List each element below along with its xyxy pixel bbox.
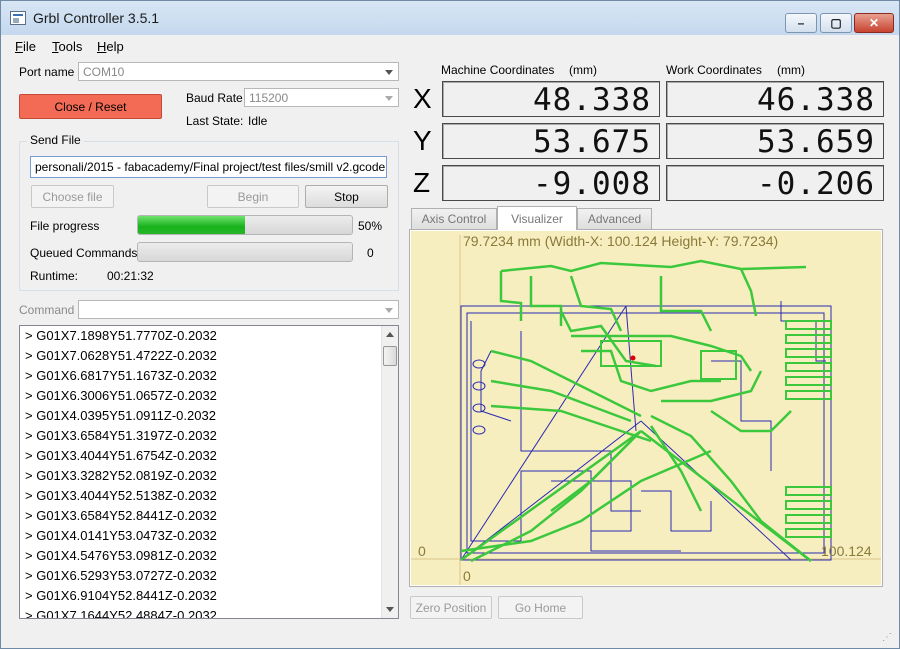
console-line: > G01X6.9104Y52.8441Z-0.2032	[25, 588, 217, 603]
console-line: > G01X3.4044Y51.6754Z-0.2032	[25, 448, 217, 463]
visualizer-x-max: 100.124	[821, 543, 872, 559]
file-progress-percent: 50%	[358, 219, 383, 233]
queued-commands-bar	[137, 242, 353, 262]
console-line: > G01X7.1644Y52.4884Z-0.2032	[25, 608, 217, 619]
machine-y-display: 53.675	[442, 123, 660, 160]
tab-visualizer[interactable]: Visualizer	[497, 206, 577, 230]
console-line: > G01X3.6584Y51.3197Z-0.2032	[25, 428, 217, 443]
zero-position-button[interactable]: Zero Position	[410, 596, 492, 619]
tool-position-marker	[630, 355, 636, 361]
chevron-down-icon	[385, 96, 393, 101]
console-line: > G01X4.0141Y53.0473Z-0.2032	[25, 528, 217, 543]
console-line: > G01X6.6817Y51.1673Z-0.2032	[25, 368, 217, 383]
console-line: > G01X7.0628Y51.4722Z-0.2032	[25, 348, 217, 363]
port-name-value: COM10	[83, 65, 125, 79]
file-progress-bar	[137, 215, 353, 235]
console-line: > G01X3.4044Y52.5138Z-0.2032	[25, 488, 217, 503]
last-state-value: Idle	[248, 114, 268, 128]
console-scrollbar[interactable]	[381, 326, 398, 618]
scroll-down-arrow-icon[interactable]	[386, 607, 394, 612]
machine-coords-unit: (mm)	[569, 63, 597, 77]
close-window-button[interactable]: ✕	[854, 13, 894, 33]
scrollbar-thumb[interactable]	[383, 346, 397, 366]
file-progress-label: File progress	[30, 219, 100, 233]
main-window: Grbl Controller 3.5.1 – ▢ ✕ File Tools H…	[0, 0, 900, 649]
go-home-button[interactable]: Go Home	[498, 596, 583, 619]
menu-file[interactable]: File	[15, 39, 36, 54]
menu-help[interactable]: Help	[97, 39, 124, 54]
runtime-value: 00:21:32	[107, 269, 154, 283]
window-title: Grbl Controller 3.5.1	[33, 10, 160, 26]
scroll-up-arrow-icon[interactable]	[386, 332, 394, 337]
last-state-label: Last State:	[186, 114, 244, 128]
visualizer-x-min: 0	[463, 568, 471, 584]
queued-commands-label: Queued Commands	[30, 246, 138, 260]
machine-z-display: -9.008	[442, 165, 660, 202]
port-name-label: Port name	[19, 65, 75, 79]
file-path-field[interactable]: personali/2015 - fabacademy/Final projec…	[30, 156, 387, 178]
toolpath-svg	[411, 235, 881, 585]
minimize-button[interactable]: –	[785, 13, 817, 33]
machine-x-display: 48.338	[442, 81, 660, 118]
send-file-title: Send File	[27, 133, 84, 147]
axis-z-label: Z	[413, 167, 431, 198]
menu-tools[interactable]: Tools	[52, 39, 82, 54]
menu-bar: File Tools Help	[1, 35, 899, 57]
command-input[interactable]	[78, 300, 399, 319]
visualizer-header: 79.7234 mm (Width-X: 100.124 Height-Y: 7…	[463, 233, 779, 249]
visualizer-canvas[interactable]: 79.7234 mm (Width-X: 100.124 Height-Y: 7…	[411, 231, 881, 585]
console-lines: > G01X7.1898Y51.7770Z-0.2032 > G01X7.0628…	[20, 326, 398, 619]
choose-file-button[interactable]: Choose file	[31, 185, 114, 208]
console-line: > G01X3.3282Y52.0819Z-0.2032	[25, 468, 217, 483]
work-coords-unit: (mm)	[777, 63, 805, 77]
begin-button[interactable]: Begin	[207, 185, 299, 208]
close-reset-button[interactable]: Close / Reset	[19, 94, 162, 119]
baud-rate-select[interactable]: 115200	[244, 88, 399, 107]
console-line: > G01X6.5293Y53.0727Z-0.2032	[25, 568, 217, 583]
port-name-select[interactable]: COM10	[78, 62, 399, 81]
app-icon	[10, 11, 26, 25]
command-label: Command	[19, 303, 75, 317]
queued-commands-value: 0	[367, 246, 374, 260]
console-line: > G01X4.5476Y53.0981Z-0.2032	[25, 548, 217, 563]
maximize-button[interactable]: ▢	[820, 13, 852, 33]
work-coords-label: Work Coordinates	[666, 63, 762, 77]
chevron-down-icon	[385, 70, 393, 75]
baud-rate-label: Baud Rate	[186, 91, 243, 105]
console-line: > G01X6.3006Y51.0657Z-0.2032	[25, 388, 217, 403]
tab-advanced[interactable]: Advanced	[577, 208, 652, 229]
console-line: > G01X4.0395Y51.0911Z-0.2032	[25, 408, 216, 423]
visualizer-y-min: 0	[418, 543, 426, 559]
tab-axis-control[interactable]: Axis Control	[411, 208, 497, 229]
axis-x-label: X	[413, 83, 432, 114]
baud-rate-value: 115200	[249, 91, 289, 105]
console-line: > G01X7.1898Y51.7770Z-0.2032	[25, 328, 217, 343]
resize-grip-icon[interactable]: ⋰	[882, 632, 892, 643]
console-line: > G01X3.6584Y52.8441Z-0.2032	[25, 508, 217, 523]
visualizer-pane: 79.7234 mm (Width-X: 100.124 Height-Y: 7…	[409, 229, 883, 587]
file-progress-fill	[138, 216, 245, 234]
work-y-display: 53.659	[666, 123, 884, 160]
runtime-label: Runtime:	[30, 269, 79, 283]
work-x-display: 46.338	[666, 81, 884, 118]
axis-y-label: Y	[413, 125, 432, 156]
work-z-display: -0.206	[666, 165, 884, 202]
stop-button[interactable]: Stop	[305, 185, 388, 208]
title-bar[interactable]: Grbl Controller 3.5.1 – ▢ ✕	[1, 1, 899, 35]
machine-coords-label: Machine Coordinates	[441, 63, 555, 77]
chevron-down-icon	[385, 308, 393, 313]
console-output[interactable]: > G01X7.1898Y51.7770Z-0.2032 > G01X7.0628…	[19, 325, 399, 619]
